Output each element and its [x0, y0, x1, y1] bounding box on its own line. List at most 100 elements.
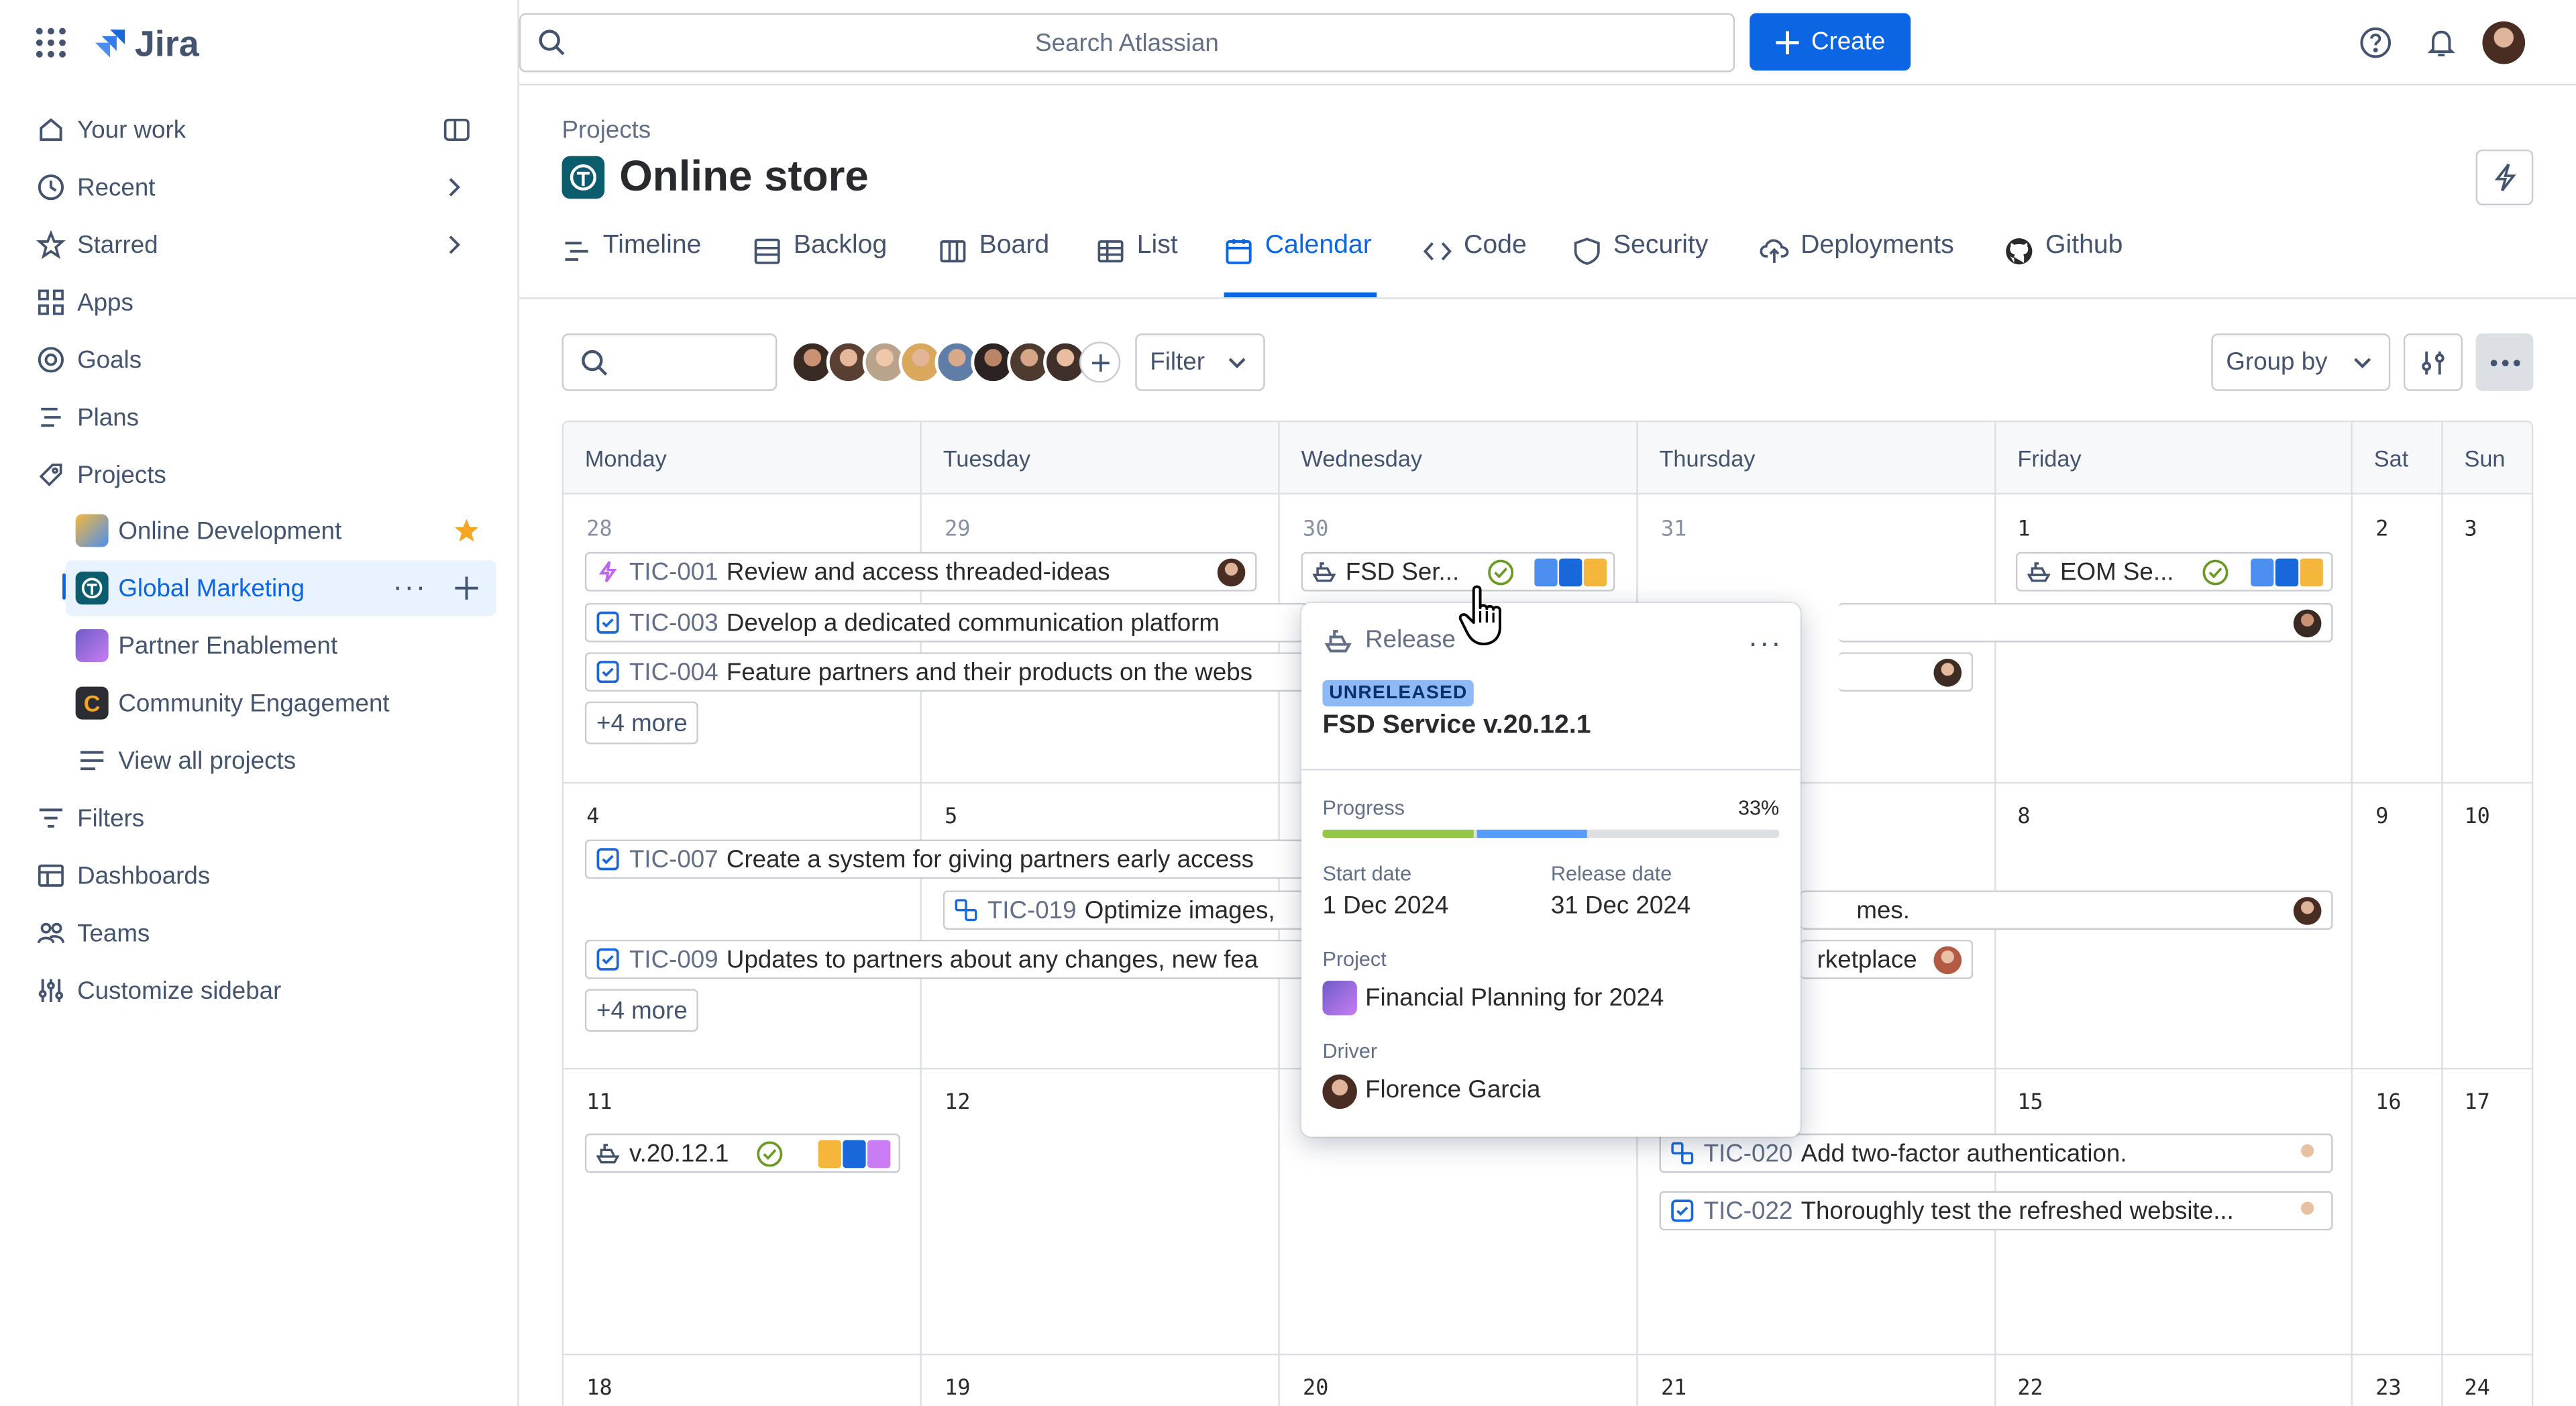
- calendar-event[interactable]: TIC-019 Optimize images,: [943, 890, 1308, 930]
- project-link[interactable]: Financial Planning for 2024: [1365, 984, 1664, 1012]
- day-number[interactable]: 29: [945, 517, 970, 542]
- day-number[interactable]: 19: [945, 1376, 970, 1401]
- calendar-event[interactable]: TIC-007 Create a system for giving partn…: [585, 839, 1308, 879]
- tab-github[interactable]: Github: [2004, 231, 2123, 297]
- app-switcher-icon[interactable]: [34, 26, 67, 59]
- release-event[interactable]: v.20.12.1: [585, 1134, 900, 1173]
- breadcrumb[interactable]: Projects: [562, 117, 651, 145]
- sidebar-project-community-engagement[interactable]: C Community Engagement: [66, 675, 496, 731]
- sidebar-item-recent[interactable]: Recent: [23, 161, 496, 213]
- day-number[interactable]: 20: [1303, 1376, 1328, 1401]
- tab-timeline[interactable]: Timeline: [562, 231, 702, 297]
- tab-label: Board: [979, 231, 1050, 261]
- day-number[interactable]: 28: [586, 517, 612, 542]
- sidebar-item-dashboards[interactable]: Dashboards: [23, 849, 496, 902]
- more-events-link[interactable]: +4 more: [585, 989, 699, 1032]
- sidebar-project-partner-enablement[interactable]: Partner Enablement: [66, 618, 496, 673]
- avatar-group[interactable]: [790, 340, 1119, 386]
- sidebar-project-online-development[interactable]: Online Development: [66, 502, 496, 558]
- sidebar-item-starred[interactable]: Starred: [23, 219, 496, 271]
- sidebar-item-your-work[interactable]: Your work: [23, 103, 496, 156]
- tab-list[interactable]: List: [1095, 231, 1177, 297]
- day-number[interactable]: 16: [2375, 1091, 2401, 1116]
- release-event[interactable]: FSD Ser...: [1301, 552, 1615, 592]
- jira-logo[interactable]: Jira: [92, 23, 199, 66]
- tab-deployments[interactable]: Deployments: [1760, 231, 1954, 297]
- add-people-button[interactable]: [1079, 341, 1120, 382]
- calendar-event-continued[interactable]: [1838, 603, 2332, 643]
- more-events-link[interactable]: +4 more: [585, 702, 699, 745]
- day-number[interactable]: 2: [2375, 517, 2388, 542]
- sidebar-project-global-marketing[interactable]: Global Marketing ···: [66, 560, 496, 616]
- sidebar-item-customize[interactable]: Customize sidebar: [23, 965, 496, 1017]
- event-key: TIC-004: [629, 658, 718, 686]
- sidebar-item-projects[interactable]: Projects: [23, 449, 496, 501]
- day-number[interactable]: 4: [586, 805, 599, 830]
- day-number[interactable]: 31: [1661, 517, 1686, 542]
- more-actions-icon[interactable]: ···: [392, 570, 427, 604]
- driver-label: Driver: [1322, 1040, 1377, 1063]
- tab-security[interactable]: Security: [1572, 231, 1709, 297]
- more-icon: [2489, 359, 2519, 366]
- calendar-event[interactable]: TIC-022 Thoroughly test the refreshed we…: [1659, 1191, 2332, 1231]
- global-search-input[interactable]: Search Atlassian: [519, 13, 1735, 72]
- calendar-event-continued[interactable]: mes.: [1801, 890, 2332, 930]
- sidebar-item-plans[interactable]: Plans: [23, 391, 496, 443]
- starred-icon[interactable]: [453, 517, 480, 543]
- lightning-icon: [2491, 162, 2518, 192]
- day-number[interactable]: 3: [2464, 517, 2477, 542]
- group-by-dropdown[interactable]: Group by: [2211, 333, 2390, 391]
- filter-dropdown[interactable]: Filter: [1135, 333, 1265, 391]
- popup-more-button[interactable]: ···: [1748, 626, 1782, 660]
- user-avatar[interactable]: [2482, 21, 2525, 64]
- tab-board[interactable]: Board: [938, 231, 1049, 297]
- more-options-button[interactable]: [2476, 333, 2534, 391]
- day-number[interactable]: 21: [1661, 1376, 1686, 1401]
- day-number[interactable]: 8: [2017, 805, 2030, 830]
- tab-calendar[interactable]: Calendar: [1224, 231, 1377, 297]
- day-number[interactable]: 9: [2375, 805, 2388, 830]
- tab-code[interactable]: Code: [1423, 231, 1527, 297]
- sidebar-item-apps[interactable]: Apps: [23, 276, 496, 328]
- calendar-event-continued[interactable]: [1838, 652, 1973, 692]
- column-divider: [2441, 422, 2443, 1406]
- automation-button[interactable]: [2476, 150, 2534, 205]
- calendar-event[interactable]: TIC-020 Add two-factor authentication.: [1659, 1134, 2332, 1173]
- view-settings-button[interactable]: [2404, 333, 2463, 391]
- day-number[interactable]: 10: [2464, 805, 2489, 830]
- project-avatar-icon: [562, 156, 605, 199]
- progress-label: Progress: [1322, 797, 1405, 820]
- day-number[interactable]: 24: [2464, 1376, 2489, 1401]
- driver-name[interactable]: Florence Garcia: [1365, 1076, 1540, 1104]
- day-number[interactable]: 15: [2017, 1091, 2043, 1116]
- release-event[interactable]: EOM Se...: [2016, 552, 2333, 592]
- calendar-event[interactable]: TIC-009 Updates to partners about any ch…: [585, 940, 1308, 979]
- create-button[interactable]: Create: [1750, 13, 1911, 71]
- sidebar-item-teams[interactable]: Teams: [23, 907, 496, 959]
- day-number[interactable]: 5: [945, 805, 957, 830]
- calendar-event[interactable]: TIC-003 Develop a dedicated communicatio…: [585, 603, 1308, 643]
- sidebar-view-all-projects[interactable]: View all projects: [66, 733, 496, 788]
- day-number[interactable]: 22: [2017, 1376, 2043, 1401]
- day-header-thursday: Thursday: [1638, 422, 1756, 494]
- event-title: Develop a dedicated communication platfo…: [727, 608, 1220, 637]
- add-icon[interactable]: [453, 575, 480, 601]
- day-number[interactable]: 11: [586, 1091, 612, 1116]
- day-number[interactable]: 18: [586, 1376, 612, 1401]
- calendar-event-continued[interactable]: rketplace: [1801, 940, 1973, 979]
- calendar-event[interactable]: TIC-004 Feature partners and their produ…: [585, 652, 1308, 692]
- day-number[interactable]: 1: [2017, 517, 2030, 542]
- day-number[interactable]: 17: [2464, 1091, 2489, 1116]
- calendar-event[interactable]: TIC-001 Review and access threaded-ideas: [585, 552, 1257, 592]
- start-date: 1 Dec 2024: [1322, 892, 1448, 920]
- customize-icon: [36, 976, 66, 1006]
- tab-backlog[interactable]: Backlog: [753, 231, 888, 297]
- help-icon[interactable]: [2359, 26, 2392, 59]
- notifications-icon[interactable]: [2425, 26, 2458, 59]
- calendar-search-input[interactable]: [562, 333, 777, 391]
- day-number[interactable]: 30: [1303, 517, 1328, 542]
- day-number[interactable]: 23: [2375, 1376, 2401, 1401]
- sidebar-item-filters[interactable]: Filters: [23, 792, 496, 844]
- sidebar-item-goals[interactable]: Goals: [23, 333, 496, 386]
- day-number[interactable]: 12: [945, 1091, 970, 1116]
